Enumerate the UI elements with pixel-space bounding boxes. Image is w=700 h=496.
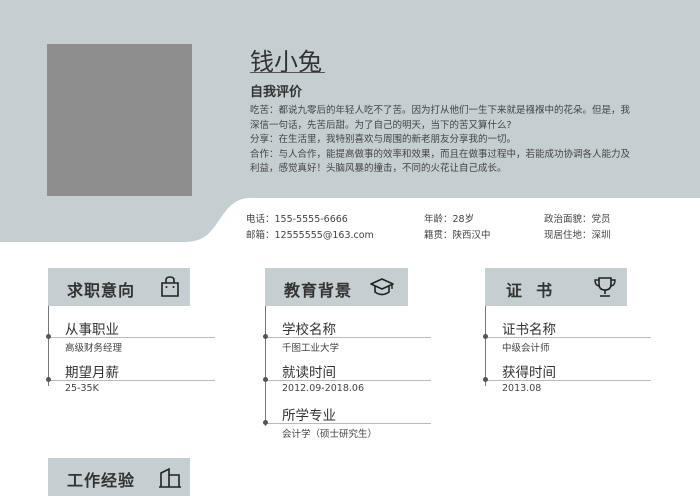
contact-hometown: 籍贯：陕西汉中 [424, 230, 491, 241]
contact-residence: 现居住地：深圳 [544, 230, 611, 241]
evaluation-line: 深信一句话，先苦后甜。为了自己的明天，当下的苦又算什么? [250, 119, 512, 131]
certificate-title: 证 书 [506, 281, 554, 300]
item-label: 所学专业 [282, 408, 336, 424]
item-label: 从事职业 [65, 322, 119, 338]
self-evaluation-text: 吃苦：都说九零后的年轻人吃不了苦。因为打从他们一生下来就是襁褓中的花朵。但是，我… [250, 104, 650, 177]
timeline-dot [46, 377, 51, 382]
item-label: 学校名称 [282, 322, 336, 338]
item-value: 中级会计师 [502, 343, 550, 354]
job-timeline-line [48, 306, 49, 386]
evaluation-line: 利益，感觉真好！头脑风暴的撞击，不同的火花让自己成长。 [250, 163, 507, 174]
name-underline [250, 72, 325, 73]
timeline-dot [483, 377, 488, 382]
item-label: 期望月薪 [65, 365, 119, 381]
item-divider [265, 337, 431, 338]
timeline-dot [263, 420, 268, 425]
evaluation-line: 吃苦：都说九零后的年轻人吃不了苦。因为打从他们一生下来就是襁褓中的花朵。但是，我 [250, 105, 631, 116]
job-intention-header: 求职意向 [48, 268, 190, 306]
timeline-dot [483, 334, 488, 339]
item-divider [48, 337, 215, 338]
item-value: 会计学（硕士研究生） [282, 429, 378, 440]
item-divider [485, 337, 651, 338]
work-experience-title: 工作经验 [67, 471, 136, 490]
job-intention-title: 求职意向 [67, 281, 136, 300]
item-value: 2012.09-2018.06 [282, 383, 364, 394]
profile-photo-placeholder [47, 44, 192, 196]
evaluation-line: 合作：与人合作，能提高做事的效率和效果，而且在做事过程中，若能成功协调各人能力及 [250, 148, 631, 160]
education-title: 教育背景 [284, 281, 353, 300]
item-value: 高级财务经理 [65, 343, 123, 354]
timeline-dot [263, 334, 268, 339]
contact-age: 年龄：28岁 [424, 214, 475, 225]
timeline-dot [263, 377, 268, 382]
work-experience-header: 工作经验 [48, 458, 190, 496]
contact-phone: 电话：155-5555-6666 [246, 214, 348, 225]
shopping-bag-icon [161, 276, 179, 297]
certificate-timeline-line [485, 306, 486, 386]
item-value: 25-35K [65, 383, 99, 394]
certificate-header: 证 书 [485, 268, 627, 306]
item-label: 获得时间 [502, 365, 556, 381]
trophy-icon [594, 277, 616, 297]
item-value: 千图工业大学 [282, 343, 340, 354]
building-icon [159, 467, 181, 488]
timeline-dot [46, 334, 51, 339]
education-timeline-line [265, 306, 266, 426]
contact-email: 邮箱：12555555@163.com [246, 230, 374, 241]
item-value: 2013.08 [502, 383, 542, 394]
contact-politics: 政治面貌：党员 [544, 214, 611, 225]
self-evaluation-title: 自我评价 [250, 85, 303, 100]
item-divider [485, 380, 651, 381]
education-header: 教育背景 [265, 268, 408, 306]
item-divider [265, 380, 431, 381]
item-divider [48, 380, 215, 381]
item-divider [265, 423, 431, 424]
graduation-cap-icon [370, 278, 394, 296]
evaluation-line: 分享：在生活里，我特别喜欢与周围的新老朋友分享我的一切。 [250, 134, 517, 145]
item-label: 证书名称 [502, 322, 556, 338]
item-label: 就读时间 [282, 365, 336, 381]
